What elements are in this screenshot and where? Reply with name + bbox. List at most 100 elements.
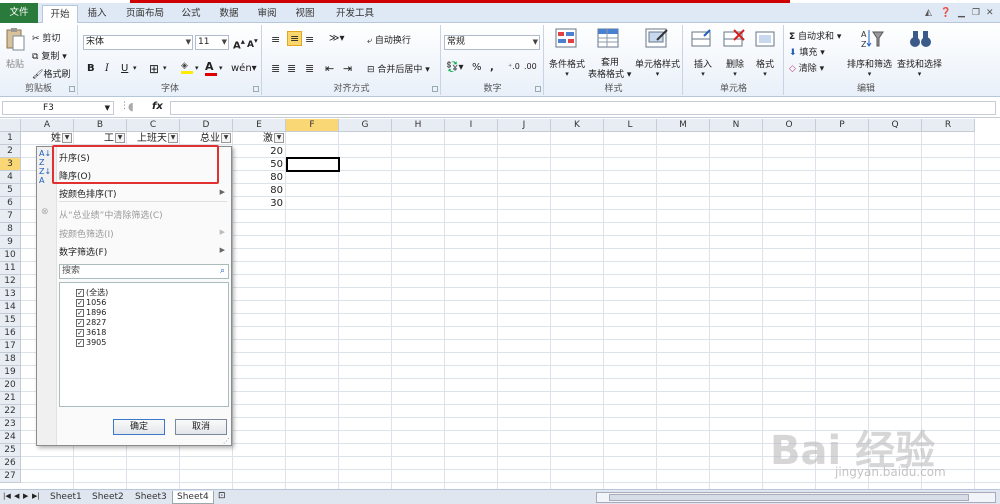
- fill-dropdown-icon[interactable]: ▾: [195, 64, 199, 72]
- header-cell-d1[interactable]: 总业: [182, 132, 220, 145]
- row-header-20[interactable]: 20: [0, 379, 21, 392]
- row-header-18[interactable]: 18: [0, 353, 21, 366]
- menu-item-filter-by-color[interactable]: 按颜色筛选(I): [59, 227, 114, 240]
- cut-button[interactable]: ✂ 剪切: [32, 31, 60, 44]
- scrollbar-thumb[interactable]: [609, 494, 969, 501]
- tab-file[interactable]: 文件: [0, 3, 38, 23]
- paste-button[interactable]: 粘贴: [6, 57, 24, 70]
- column-header-a[interactable]: A: [21, 119, 74, 132]
- menu-item-number-filters[interactable]: 数字筛选(F): [59, 245, 107, 258]
- comma-button[interactable]: ,: [490, 62, 494, 73]
- header-cell-b1[interactable]: 工: [76, 132, 114, 145]
- row-header-12[interactable]: 12: [0, 275, 21, 288]
- column-header-i[interactable]: I: [445, 119, 498, 132]
- binoculars-icon[interactable]: [909, 28, 935, 52]
- decrease-indent-icon[interactable]: ⇤: [325, 62, 334, 75]
- insert-function-icon[interactable]: fx: [152, 101, 163, 112]
- prev-sheet-icon[interactable]: ◀: [14, 492, 19, 500]
- autosum-button[interactable]: Σ 自动求和 ▾: [789, 29, 841, 42]
- row-header-21[interactable]: 21: [0, 392, 21, 405]
- column-header-j[interactable]: J: [498, 119, 551, 132]
- row-header-17[interactable]: 17: [0, 340, 21, 353]
- header-cell-a1[interactable]: 姓: [23, 132, 61, 145]
- row-header-19[interactable]: 19: [0, 366, 21, 379]
- italic-button[interactable]: I: [105, 63, 109, 74]
- header-cell-c1[interactable]: 上班天: [129, 132, 167, 145]
- name-box[interactable]: F3 ▼: [2, 101, 114, 115]
- close-icon[interactable]: ✕: [986, 8, 994, 18]
- column-header-n[interactable]: N: [710, 119, 763, 132]
- horizontal-scrollbar[interactable]: [596, 492, 996, 503]
- insert-cells-icon[interactable]: [690, 28, 716, 52]
- conditional-format-icon[interactable]: [555, 28, 581, 52]
- menu-item-clear-filter[interactable]: 从“总业绩”中清除筛选(C): [59, 208, 163, 221]
- number-format-select[interactable]: 常规 ▼: [444, 35, 540, 50]
- column-header-g[interactable]: G: [339, 119, 392, 132]
- cell-e4[interactable]: 80: [235, 171, 283, 184]
- number-launcher-icon[interactable]: [535, 86, 541, 92]
- tab-view[interactable]: 视图: [290, 5, 320, 23]
- cell-e5[interactable]: 80: [235, 184, 283, 197]
- row-header-15[interactable]: 15: [0, 314, 21, 327]
- fill-color-icon[interactable]: ◈: [181, 61, 193, 74]
- row-header-10[interactable]: 10: [0, 249, 21, 262]
- bold-button[interactable]: B: [87, 63, 95, 74]
- copy-button[interactable]: ⧉ 复制 ▾: [32, 49, 67, 62]
- column-header-q[interactable]: Q: [869, 119, 922, 132]
- font-color-icon[interactable]: A: [205, 60, 217, 76]
- filter-dropdown-button[interactable]: ▼: [168, 133, 178, 143]
- checkbox-item[interactable]: ✓ 3618: [76, 328, 106, 337]
- align-left-icon[interactable]: ≣: [271, 62, 280, 75]
- paste-icon[interactable]: [4, 28, 30, 52]
- format-table-button-line2[interactable]: 表格格式 ▾: [588, 67, 631, 80]
- checkbox-item[interactable]: ✓ 3905: [76, 338, 106, 347]
- row-header-16[interactable]: 16: [0, 327, 21, 340]
- column-header-l[interactable]: L: [604, 119, 657, 132]
- row-header-1[interactable]: 1: [0, 132, 21, 145]
- delete-cells-icon[interactable]: [722, 28, 748, 52]
- row-header-14[interactable]: 14: [0, 301, 21, 314]
- checkbox-item[interactable]: ✓ 1896: [76, 308, 106, 317]
- row-header-11[interactable]: 11: [0, 262, 21, 275]
- tab-page-layout[interactable]: 页面布局: [120, 5, 170, 23]
- filter-dropdown-button[interactable]: ▼: [221, 133, 231, 143]
- format-cells-button[interactable]: 格式 ▾: [756, 57, 774, 78]
- column-header-h[interactable]: H: [392, 119, 445, 132]
- row-header-2[interactable]: 2: [0, 145, 21, 158]
- increase-indent-icon[interactable]: ⇥: [343, 62, 352, 75]
- checkbox-item[interactable]: ✓ 2827: [76, 318, 106, 327]
- row-header-5[interactable]: 5: [0, 184, 21, 197]
- row-header-27[interactable]: 27: [0, 470, 21, 483]
- font-size-select[interactable]: 11 ▼: [195, 35, 229, 50]
- first-sheet-icon[interactable]: |◀: [3, 492, 11, 500]
- column-header-e[interactable]: E: [233, 119, 286, 132]
- help-icon[interactable]: ◭: [925, 8, 932, 18]
- font-color-dropdown-icon[interactable]: ▾: [219, 64, 223, 72]
- filter-dropdown-button[interactable]: ▼: [115, 133, 125, 143]
- tab-formulas[interactable]: 公式: [176, 5, 206, 23]
- shrink-font-icon[interactable]: A▾: [247, 36, 258, 50]
- sheet-tab-2[interactable]: Sheet2: [88, 491, 128, 504]
- column-header-f[interactable]: F: [286, 119, 339, 132]
- column-header-p[interactable]: P: [816, 119, 869, 132]
- filter-search-input[interactable]: 搜索 ⌕: [59, 264, 229, 279]
- next-sheet-icon[interactable]: ▶: [23, 492, 28, 500]
- column-header-c[interactable]: C: [127, 119, 180, 132]
- format-table-icon[interactable]: [597, 28, 623, 52]
- format-painter-button[interactable]: 🖌格式刷: [32, 67, 70, 80]
- column-header-k[interactable]: K: [551, 119, 604, 132]
- phonetic-icon[interactable]: wén▾: [231, 63, 257, 74]
- border-dropdown-icon[interactable]: ▾: [163, 64, 167, 72]
- row-header-25[interactable]: 25: [0, 444, 21, 457]
- percent-button[interactable]: %: [472, 62, 482, 73]
- new-sheet-icon[interactable]: ⊡: [218, 491, 226, 501]
- cell-e3[interactable]: 50: [235, 158, 283, 171]
- row-header-26[interactable]: 26: [0, 457, 21, 470]
- cell-e6[interactable]: 30: [235, 197, 283, 210]
- checkbox-item[interactable]: ✓ 1056: [76, 298, 106, 307]
- row-header-13[interactable]: 13: [0, 288, 21, 301]
- sheet-tab-3[interactable]: Sheet3: [131, 491, 171, 504]
- cell-styles-icon[interactable]: [645, 28, 671, 52]
- row-header-4[interactable]: 4: [0, 171, 21, 184]
- fill-button[interactable]: ⬇ 填充 ▾: [789, 45, 825, 58]
